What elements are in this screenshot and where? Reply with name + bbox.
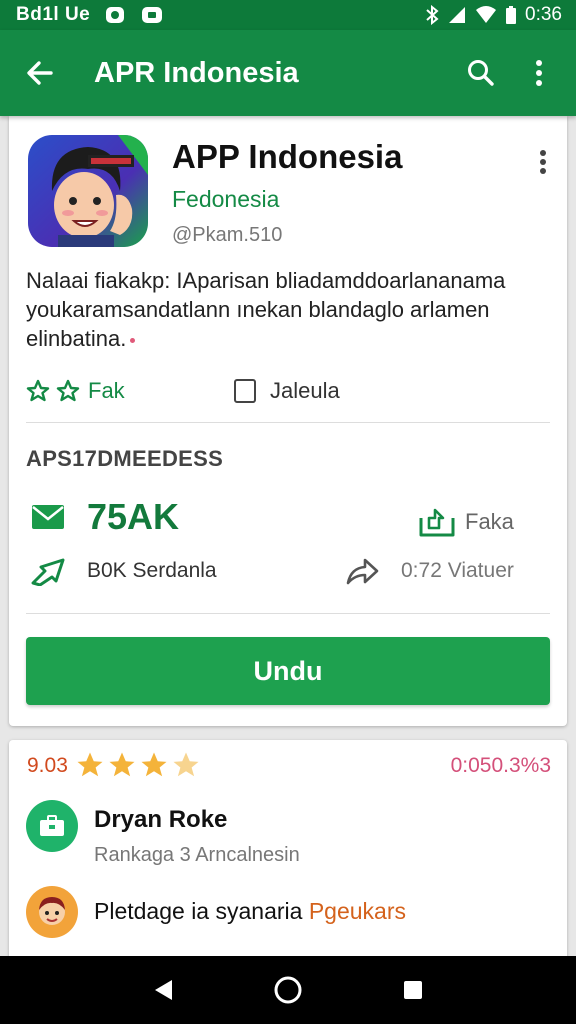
wifi-icon xyxy=(475,5,497,25)
circle-home-icon xyxy=(274,976,302,1004)
nav-home-button[interactable] xyxy=(258,960,318,1020)
status-bar: Bd1l Ue 0:36 xyxy=(0,0,576,30)
download-count: 75AK xyxy=(31,496,179,538)
clock: 0:36 xyxy=(525,4,562,25)
review-item[interactable]: Pletdage ia syanaria Pgeukars xyxy=(26,886,406,938)
briefcase-avatar xyxy=(26,800,78,852)
battery-icon xyxy=(505,5,517,25)
star-icon xyxy=(109,752,135,777)
checkbox-label: Jaleula xyxy=(270,378,340,403)
page-title: APR Indonesia xyxy=(94,56,299,89)
briefcase-icon xyxy=(40,815,64,836)
forward-icon xyxy=(346,558,379,585)
more-vert-icon xyxy=(536,60,542,86)
app-details-card: APP Indonesia Fedonesia @Pkam.510 Nalaai… xyxy=(9,116,567,726)
share-icon xyxy=(419,508,455,537)
star-outline-icon xyxy=(56,379,80,402)
share-stat[interactable]: Faka xyxy=(417,506,514,538)
message-icon xyxy=(140,4,164,26)
size-stat: B0K Serdanla xyxy=(31,556,217,586)
bluetooth-icon xyxy=(425,5,439,25)
triangle-back-icon xyxy=(154,980,172,1000)
review-item[interactable]: Dryan Roke Rankaga 3 Arncalnesin xyxy=(26,800,300,867)
navigation-bar xyxy=(0,956,576,1024)
star-icon xyxy=(77,752,103,777)
app-description: Nalaai fiakakp: IAparisan bliadamddoarla… xyxy=(26,266,546,353)
app-bar: APR Indonesia xyxy=(0,30,576,116)
back-button[interactable] xyxy=(0,30,80,116)
carrier-label: Bd1l Ue xyxy=(16,4,91,25)
rating-label: Fak xyxy=(88,378,125,403)
user-avatar xyxy=(26,886,78,938)
checkbox-box[interactable] xyxy=(234,379,256,403)
size-label: B0K Serdanla xyxy=(87,559,217,582)
share-label: Faka xyxy=(465,509,514,534)
star-half-icon xyxy=(173,752,199,777)
divider xyxy=(26,613,550,614)
ratings-card: 9.03 0:050.3%3 Dryan Roke Rankaga 3 Arnc… xyxy=(9,740,567,970)
app-name: APP Indonesia xyxy=(172,138,403,175)
search-icon xyxy=(468,60,494,86)
reviewer-subtitle: Rankaga 3 Arncalnesin xyxy=(94,844,300,866)
review-body: Pletdage ia syanaria xyxy=(94,898,309,924)
app-meta: @Pkam.510 xyxy=(172,224,283,246)
decorative-dot xyxy=(130,337,136,343)
section-title: APS17DMEEDESS xyxy=(26,446,224,471)
search-button[interactable] xyxy=(452,30,510,116)
rating-score: 9.03 xyxy=(27,754,68,777)
version-label: 0:72 Viatuer xyxy=(401,559,514,582)
review-text: Pletdage ia syanaria Pgeukars xyxy=(94,898,406,925)
developer-link[interactable]: Fedonesia xyxy=(172,186,279,213)
more-vert-icon xyxy=(540,150,546,174)
review-accent: Pgeukars xyxy=(308,898,406,924)
reviewer-name: Dryan Roke xyxy=(94,806,228,833)
option-checkbox[interactable]: Jaleula xyxy=(234,378,340,404)
arrow-left-icon xyxy=(27,61,53,85)
star-outline-icon xyxy=(26,379,50,402)
star-rating xyxy=(75,750,201,780)
card-more-button[interactable] xyxy=(525,142,561,182)
star-icon xyxy=(141,752,167,777)
divider xyxy=(26,422,550,423)
overflow-menu-button[interactable] xyxy=(510,30,568,116)
version-stat: 0:72 Viatuer xyxy=(345,556,514,586)
install-button[interactable]: Undu xyxy=(26,637,550,705)
nav-back-button[interactable] xyxy=(133,960,193,1020)
rating-summary: Fak xyxy=(26,378,125,404)
nav-recents-button[interactable] xyxy=(383,960,443,1020)
square-recents-icon xyxy=(404,981,423,999)
arrow-icon xyxy=(31,558,65,586)
signal-icon xyxy=(447,5,467,25)
description-text: Nalaai fiakakp: IAparisan bliadamddoarla… xyxy=(26,268,506,351)
download-count-value: 75AK xyxy=(87,496,180,537)
app-icon xyxy=(28,135,148,247)
person-icon xyxy=(39,897,65,925)
mail-icon xyxy=(32,505,64,529)
rating-percent: 0:050.3%3 xyxy=(450,754,551,777)
notification-icon xyxy=(104,4,126,26)
